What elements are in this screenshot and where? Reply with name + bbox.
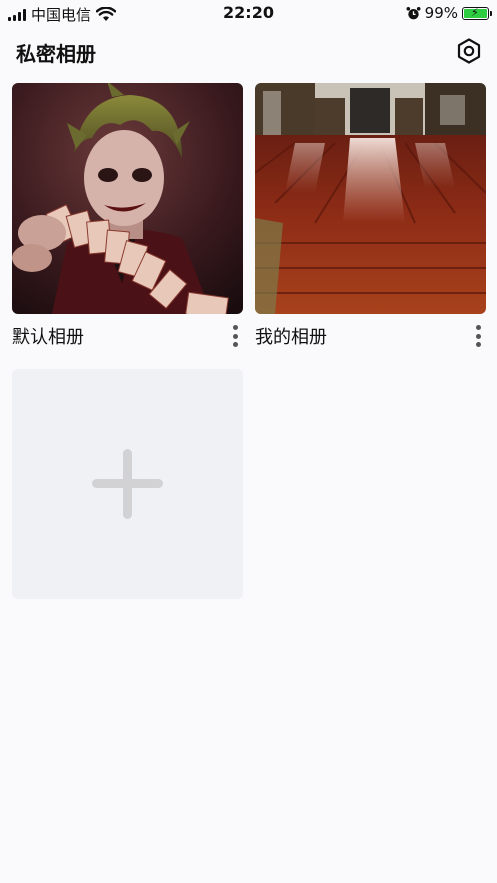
- page-title: 私密相册: [16, 42, 96, 66]
- screen: 中国电信 22:20 99% ⚡ 私密相册 默认相册 我的相册: [0, 0, 497, 883]
- joker-portrait-photo: [12, 83, 243, 314]
- more-vertical-icon[interactable]: [474, 325, 482, 347]
- album-name: 我的相册: [255, 327, 327, 348]
- header: 私密相册: [0, 30, 497, 74]
- status-bar: 中国电信 22:20 99% ⚡: [0, 0, 497, 26]
- settings-button[interactable]: [455, 37, 483, 65]
- wooden-floor-room-photo: [255, 83, 486, 314]
- plus-icon: [92, 449, 163, 519]
- album-card-mine[interactable]: 我的相册: [255, 83, 486, 348]
- album-thumbnail[interactable]: [12, 83, 243, 314]
- add-album-button[interactable]: [12, 369, 243, 599]
- more-vertical-icon[interactable]: [231, 325, 239, 347]
- album-thumbnail[interactable]: [255, 83, 486, 314]
- hexagon-settings-icon: [457, 38, 481, 64]
- battery-icon: ⚡: [462, 5, 492, 20]
- charging-bolt-icon: ⚡: [471, 5, 479, 19]
- alarm-icon: [406, 6, 421, 19]
- status-right: 99% ⚡: [406, 4, 492, 22]
- battery-percent: 99%: [424, 4, 458, 22]
- album-name: 默认相册: [12, 327, 84, 348]
- album-card-default[interactable]: 默认相册: [12, 83, 243, 348]
